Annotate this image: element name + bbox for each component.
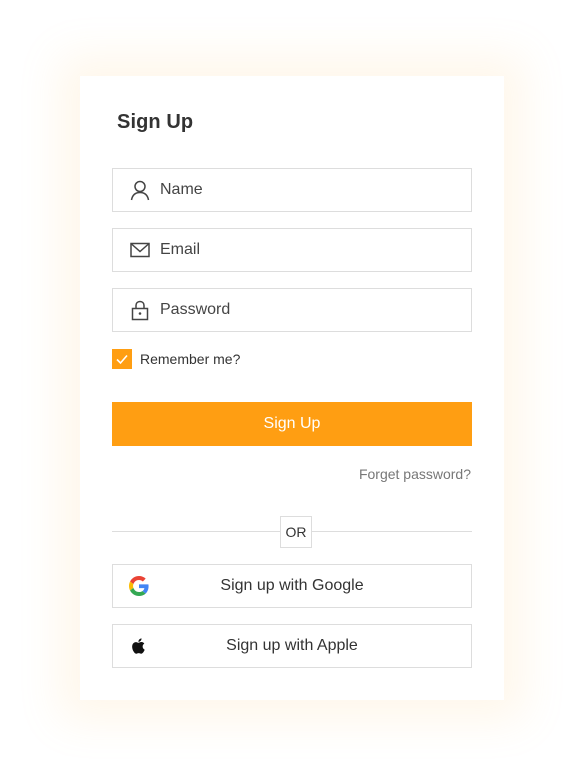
signup-card: Sign Up Remember me? Sign Up Forget — [80, 76, 504, 700]
check-icon — [116, 354, 128, 365]
apple-signup-label: Sign up with Apple — [226, 637, 358, 654]
password-field[interactable] — [112, 288, 472, 332]
google-signup-label: Sign up with Google — [220, 577, 364, 594]
user-icon — [130, 180, 150, 201]
name-input[interactable] — [160, 169, 460, 211]
password-input[interactable] — [160, 289, 460, 331]
apple-signup-button[interactable]: Sign up with Apple — [112, 624, 472, 668]
remember-label: Remember me? — [140, 351, 241, 367]
or-divider-label: OR — [280, 516, 312, 548]
forgot-password-link[interactable]: Forget password? — [359, 466, 471, 482]
sign-up-button[interactable]: Sign Up — [112, 402, 472, 446]
name-field[interactable] — [112, 168, 472, 212]
email-input[interactable] — [160, 229, 460, 271]
remember-me[interactable]: Remember me? — [112, 349, 240, 369]
remember-checkbox[interactable] — [112, 349, 132, 369]
google-signup-button[interactable]: Sign up with Google — [112, 564, 472, 608]
page-title: Sign Up — [117, 111, 194, 133]
lock-icon — [131, 300, 149, 321]
email-field[interactable] — [112, 228, 472, 272]
mail-icon — [130, 242, 150, 258]
